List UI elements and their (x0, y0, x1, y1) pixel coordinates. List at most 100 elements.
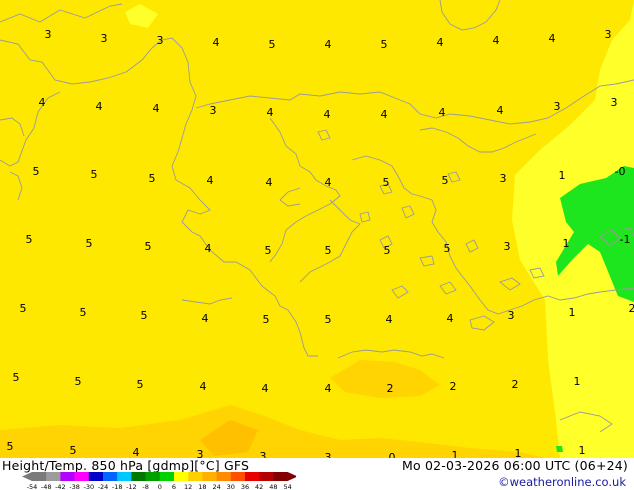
temperature-label: 4 (324, 108, 331, 121)
temperature-label: 5 (383, 176, 390, 189)
scale-tick-label: -38 (69, 483, 80, 490)
scale-tick-label: -48 (41, 483, 52, 490)
temperature-label: 5 (13, 371, 20, 384)
scale-tick-label: -8 (142, 483, 148, 490)
temperature-label: 5 (75, 375, 82, 388)
temperature-label: 5 (381, 38, 388, 51)
valid-time: Mo 02-03-2026 06:00 UTC (06+24) (401, 458, 628, 473)
temperature-label: 4 (437, 36, 444, 49)
temperature-label: 5 (70, 444, 77, 457)
temperature-label: 3 (504, 240, 511, 253)
temperature-label: 3 (500, 172, 507, 185)
temperature-label: 3 (325, 451, 332, 458)
scale-swatch (88, 472, 104, 481)
temperature-label: 2 (450, 380, 457, 393)
scale-swatch (188, 472, 203, 481)
scale-tick-label: 0 (158, 483, 162, 490)
temperature-label: 4 (447, 312, 454, 325)
temperature-label: -0 (615, 165, 626, 178)
temperature-label: 4 (386, 313, 393, 326)
temperature-label: 5 (20, 302, 27, 315)
temperature-label: 3 (508, 309, 515, 322)
temperature-label: 5 (26, 233, 33, 246)
scale-swatch (103, 472, 118, 481)
temperature-label: 4 (267, 106, 274, 119)
temperature-label: 3 (197, 448, 204, 458)
temperature-label: 5 (141, 309, 148, 322)
temperature-label: 5 (80, 306, 87, 319)
temperature-label: 2 (387, 382, 394, 395)
scale-swatch (46, 472, 61, 481)
scale-tick-label: -42 (55, 483, 66, 490)
temperature-label: 4 (205, 242, 212, 255)
temperature-label: 4 (325, 382, 332, 395)
map-footer: Height/Temp. 850 hPa [gdmp][°C] GFS Mo 0… (0, 458, 634, 490)
temperature-label: 5 (7, 440, 14, 453)
temperature-label: 5 (145, 240, 152, 253)
scale-swatch (273, 472, 288, 481)
temperature-label: 4 (266, 176, 273, 189)
temperature-label: 3 (157, 34, 164, 47)
temperature-label: 5 (442, 174, 449, 187)
temperature-label: 4 (133, 446, 140, 458)
map-canvas: 3 3 3 4 5 4 5 4 4 4 3 4 4 4 3 4 4 4 4 4 3 3 5 5 5 4 4 4 5 5 3 1 -0 5 5 5 4 5 5… (0, 0, 634, 458)
scale-swatch (60, 472, 75, 481)
temperature-label: 1 (515, 447, 522, 458)
temperature-label: 4 (207, 174, 214, 187)
scale-tick-label: 24 (212, 483, 220, 490)
scale-swatch (202, 472, 217, 481)
temperature-label: 4 (325, 176, 332, 189)
credit-link[interactable]: ©weatheronline.co.uk (498, 475, 626, 489)
temperature-label: 5 (137, 378, 144, 391)
scale-tick-label: -54 (27, 483, 38, 490)
temperature-label: 3 (45, 28, 52, 41)
scale-tick-label: 12 (184, 483, 192, 490)
temperature-label: 5 (384, 244, 391, 257)
scale-swatch (245, 472, 260, 481)
temperature-label: 4 (202, 312, 209, 325)
temperature-label: 4 (200, 380, 207, 393)
temperature-label: 4 (497, 104, 504, 117)
scale-tick-label: 36 (241, 483, 249, 490)
scale-tick-label: -24 (98, 483, 109, 490)
temperature-label: 5 (265, 244, 272, 257)
scale-swatch (131, 472, 146, 481)
weather-map: 3 3 3 4 5 4 5 4 4 4 3 4 4 4 3 4 4 4 4 4 3 3 5 5 5 4 4 4 5 5 3 1 -0 5 5 5 4 5 5… (0, 0, 634, 490)
temperature-label: 3 (260, 450, 267, 458)
scale-tick-label: 6 (172, 483, 176, 490)
temperature-label: 4 (96, 100, 103, 113)
temperature-label: 4 (262, 382, 269, 395)
scale-tick-label: -30 (83, 483, 94, 490)
temperature-label: 5 (325, 244, 332, 257)
color-scale: -54 -48 -42 -38 -30 -24 -18 -12 -8 0 6 12 18 24 30 36 42… (22, 472, 296, 490)
scale-arrow-left (22, 472, 32, 481)
temperature-label: 5 (149, 172, 156, 185)
scale-tick-label: 54 (283, 483, 291, 490)
scale-tick-label: -18 (112, 483, 123, 490)
temperature-label: 3 (101, 32, 108, 45)
scale-swatch (117, 472, 132, 481)
temperature-label: 4 (549, 32, 556, 45)
scale-swatch (74, 472, 90, 481)
scale-tick-label: -12 (126, 483, 137, 490)
scale-swatch (174, 472, 189, 481)
scale-swatch (145, 472, 161, 481)
temperature-label: 5 (325, 313, 332, 326)
temperature-label: 4 (493, 34, 500, 47)
temperature-label: 1 (563, 237, 570, 250)
temperature-label: 5 (444, 242, 451, 255)
scale-tick-label: 18 (198, 483, 206, 490)
temperature-label: 5 (269, 38, 276, 51)
scale-tick-label: 48 (269, 483, 277, 490)
scale-swatch (230, 472, 246, 481)
temperature-label: 4 (439, 106, 446, 119)
temperature-label: 4 (325, 38, 332, 51)
temperature-label: 4 (153, 102, 160, 115)
scale-tick-label: 42 (255, 483, 263, 490)
scale-arrow-right (287, 472, 296, 481)
temperature-label: 5 (263, 313, 270, 326)
scale-swatch (32, 472, 47, 481)
temperature-label: 5 (91, 168, 98, 181)
temperature-label: 0 (389, 451, 396, 458)
temperature-label: 1 (452, 449, 459, 458)
